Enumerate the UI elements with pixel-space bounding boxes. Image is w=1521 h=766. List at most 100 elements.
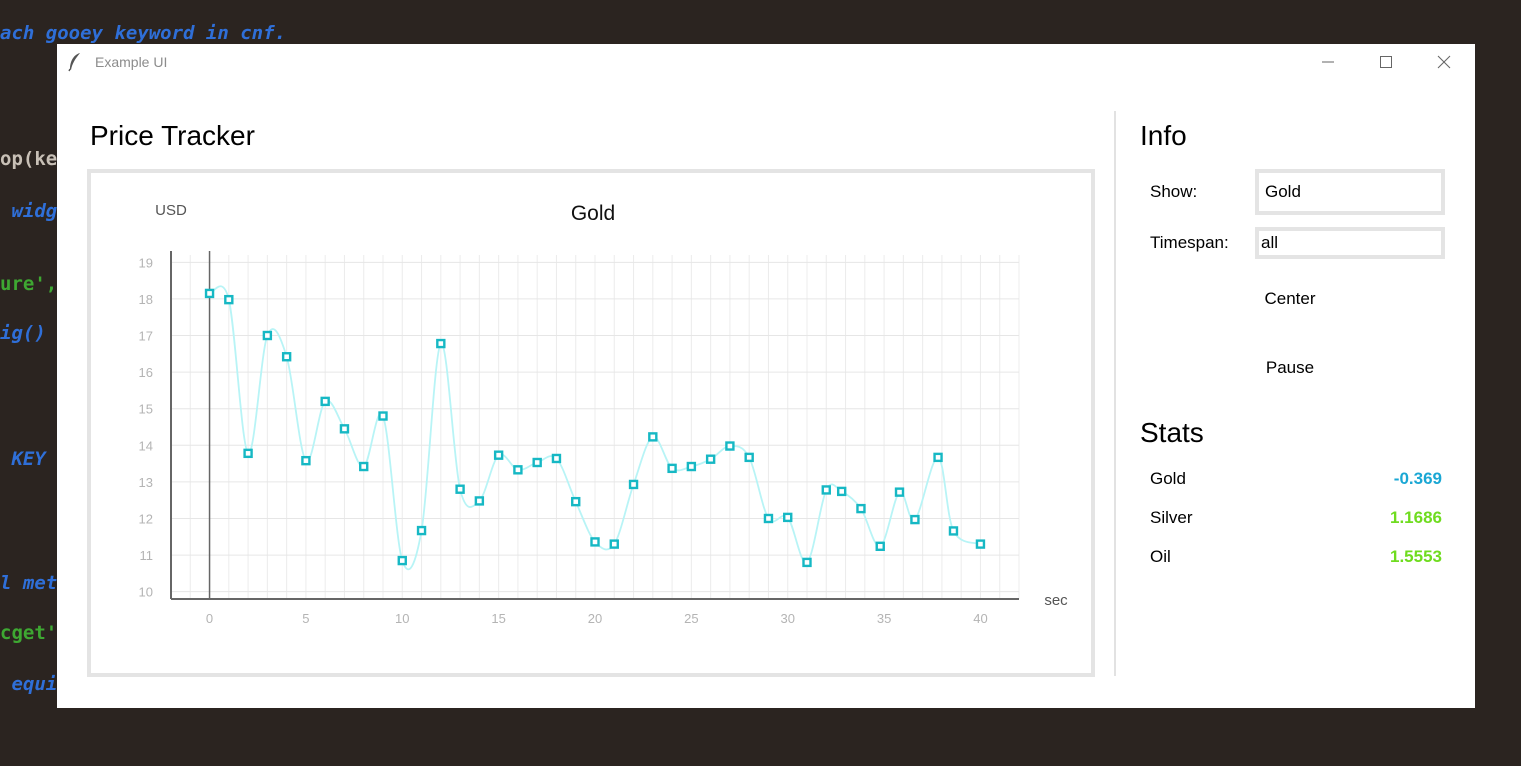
stat-value-silver: 1.1686 xyxy=(1390,508,1442,527)
data-point-marker xyxy=(397,555,407,566)
y-tick-label: 11 xyxy=(140,548,154,563)
data-point-marker xyxy=(281,352,292,362)
data-point-marker xyxy=(783,512,793,523)
show-input[interactable] xyxy=(1255,169,1445,215)
close-icon xyxy=(1437,55,1451,69)
background-code-line: ach gooey keyword in cnf. xyxy=(0,22,286,44)
data-point-marker xyxy=(320,396,330,407)
app-window: Example UI Price Tracker 0 5 10 15 20 25 30 35 4… xyxy=(57,44,1475,708)
x-tick-label: 20 xyxy=(588,611,602,626)
y-axis-label: USD xyxy=(155,202,187,219)
stat-value-oil: 1.5553 xyxy=(1390,547,1442,566)
data-point-marker xyxy=(836,486,847,497)
data-point-marker xyxy=(204,288,215,299)
x-tick-label: 10 xyxy=(395,611,409,626)
data-point-marker xyxy=(628,479,639,490)
window-title: Example UI xyxy=(95,54,168,70)
background-code-line: cget' xyxy=(0,622,58,644)
price-chart: 0 5 10 15 20 25 30 35 40 10 11 12 13 14 15 16 17 18 19 Gold… xyxy=(139,202,1069,626)
stats-heading: Stats xyxy=(1140,417,1204,448)
close-button[interactable] xyxy=(1421,48,1467,76)
background-code-line: op(ke xyxy=(0,148,58,170)
data-point-marker xyxy=(933,452,943,463)
panel-divider xyxy=(1114,111,1116,676)
background-code-line: l met xyxy=(0,572,58,594)
pause-button[interactable]: Pause xyxy=(1240,353,1340,383)
x-tick-label: 15 xyxy=(491,611,505,626)
info-heading: Info xyxy=(1140,120,1187,151)
background-code-line: ure', xyxy=(0,273,58,295)
background-code-line: ig() xyxy=(0,322,46,344)
data-point-marker xyxy=(802,557,812,568)
data-point-marker xyxy=(532,457,542,468)
data-point-marker xyxy=(667,463,677,474)
y-tick-label: 17 xyxy=(139,329,153,344)
background-code-line: equi xyxy=(0,673,58,695)
x-tick-label: 0 xyxy=(206,611,213,626)
data-point-marker xyxy=(705,454,716,464)
data-point-marker xyxy=(725,441,735,451)
data-point-marker xyxy=(821,485,831,495)
data-point-marker xyxy=(856,503,866,514)
data-point-marker xyxy=(436,338,446,349)
y-tick-label: 13 xyxy=(139,475,153,490)
data-point-marker xyxy=(551,453,562,464)
data-point-marker xyxy=(763,513,774,524)
y-tick-label: 16 xyxy=(139,365,153,380)
data-point-marker xyxy=(744,452,754,463)
x-tick-label: 5 xyxy=(302,611,309,626)
data-point-marker xyxy=(359,461,369,472)
x-tick-label: 40 xyxy=(973,611,987,626)
timespan-label: Timespan: xyxy=(1150,233,1229,252)
title-bar[interactable]: Example UI xyxy=(57,44,1475,80)
data-point-marker xyxy=(262,330,273,341)
y-tick-label: 14 xyxy=(139,438,153,453)
data-point-marker xyxy=(493,450,504,460)
y-tick-label: 10 xyxy=(139,585,153,600)
data-point-marker xyxy=(609,539,619,549)
background-code-line: KEY xyxy=(0,448,46,470)
data-point-marker xyxy=(875,541,885,552)
data-point-marker xyxy=(948,526,959,536)
y-tick-label: 15 xyxy=(139,402,153,417)
background-code-line: widg xyxy=(0,200,58,222)
data-point-marker xyxy=(894,487,905,497)
data-point-marker xyxy=(474,496,485,506)
stat-name-gold: Gold xyxy=(1150,469,1186,488)
x-tick-label: 30 xyxy=(780,611,794,626)
data-point-marker xyxy=(686,461,697,472)
data-point-marker xyxy=(455,484,465,494)
stat-name-silver: Silver xyxy=(1150,508,1193,527)
data-point-marker xyxy=(301,455,311,466)
chart-frame: 0 5 10 15 20 25 30 35 40 10 11 12 13 14 15 16 17 18 19 Gold… xyxy=(87,169,1095,677)
maximize-button[interactable] xyxy=(1363,48,1409,76)
feather-icon xyxy=(68,53,80,72)
minimize-button[interactable] xyxy=(1305,48,1351,76)
timespan-input[interactable] xyxy=(1255,227,1445,259)
data-point-marker xyxy=(224,294,234,305)
stat-name-oil: Oil xyxy=(1150,547,1171,566)
data-point-marker xyxy=(378,411,388,421)
maximize-icon xyxy=(1380,56,1392,68)
data-point-marker xyxy=(571,496,581,507)
y-tick-label: 18 xyxy=(139,292,153,307)
x-axis-label: sec xyxy=(1044,592,1068,609)
chart-title: Gold xyxy=(571,202,615,225)
data-point-marker xyxy=(416,525,427,536)
data-point-marker xyxy=(513,465,523,475)
show-label: Show: xyxy=(1150,182,1198,201)
x-tick-label: 25 xyxy=(684,611,698,626)
data-point-marker xyxy=(975,539,986,549)
center-button[interactable]: Center xyxy=(1240,284,1340,314)
data-point-marker xyxy=(648,432,658,442)
data-point-marker xyxy=(590,537,600,547)
x-tick-label: 35 xyxy=(877,611,891,626)
y-tick-label: 19 xyxy=(139,255,153,270)
minimize-icon xyxy=(1322,61,1334,63)
data-point-marker xyxy=(243,448,253,459)
stat-value-gold: -0.369 xyxy=(1393,469,1442,488)
page-title: Price Tracker xyxy=(90,120,255,151)
data-point-marker xyxy=(910,514,920,525)
y-tick-label: 12 xyxy=(139,511,153,526)
data-point-marker xyxy=(339,424,350,434)
